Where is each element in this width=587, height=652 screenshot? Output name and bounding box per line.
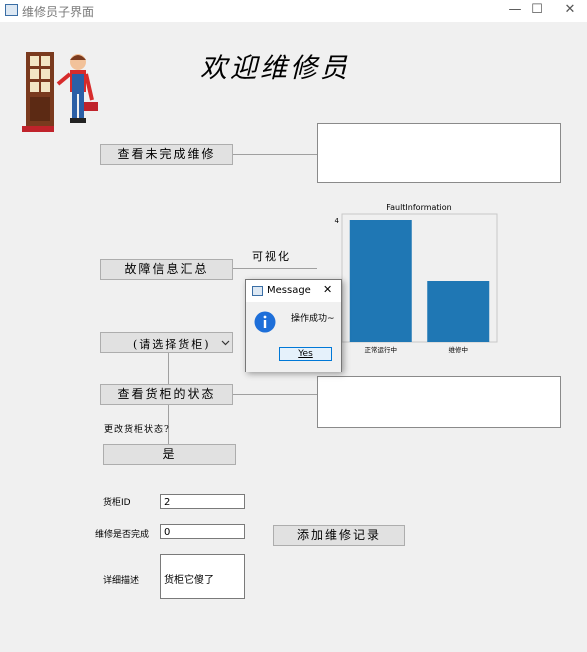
- cabinet-id-field[interactable]: 2: [160, 494, 245, 509]
- dialog-app-icon: [252, 286, 263, 296]
- dialog-title: Message: [267, 285, 311, 296]
- info-icon: [254, 311, 276, 333]
- view-cabinet-status-button[interactable]: 查看货柜的状态: [100, 384, 233, 405]
- window-title: 维修员子界面: [22, 5, 95, 19]
- y-tick-label: 4: [335, 217, 340, 225]
- unfinished-repairs-display: [317, 123, 561, 183]
- app-icon: [5, 4, 18, 16]
- chart-bar: [427, 281, 490, 342]
- doormat: [22, 126, 54, 132]
- close-button[interactable]: ✕: [547, 0, 587, 22]
- chart-title: FaultInformation: [386, 203, 452, 212]
- change-status-prompt: 更改货柜状态?: [104, 425, 170, 435]
- detail-label: 详细描述: [103, 576, 140, 586]
- chart-bar: [349, 220, 412, 342]
- repairman-illustration: [22, 52, 98, 132]
- dialog-yes-button[interactable]: Yes: [279, 347, 332, 361]
- connector-line: [233, 268, 317, 269]
- cabinet-select[interactable]: (请选择货柜): [100, 332, 233, 353]
- cabinet-status-display: [317, 376, 561, 428]
- cabinet-id-label: 货柜ID: [103, 498, 131, 508]
- connector-line: [168, 353, 169, 384]
- dialog-message: 操作成功~: [291, 314, 335, 324]
- x-tick-label: 正常运行中: [365, 345, 398, 354]
- cabinet-select-value: (请选择货柜): [133, 338, 211, 351]
- repair-done-field[interactable]: 0: [160, 524, 245, 539]
- message-dialog: Message ✕ 操作成功~ Yes: [245, 279, 342, 372]
- repair-done-label: 维修是否完成: [95, 530, 150, 540]
- fault-summary-button[interactable]: 故障信息汇总: [100, 259, 233, 280]
- fault-chart: FaultInformation 42 正常运行中维修中: [335, 203, 498, 354]
- add-record-button[interactable]: 添加维修记录: [273, 525, 405, 546]
- chevron-down-icon: [221, 340, 230, 346]
- page-title: 欢迎维修员: [200, 53, 350, 84]
- detail-field[interactable]: 货柜它傻了: [160, 554, 245, 599]
- x-tick-label: 维修中: [449, 345, 469, 354]
- connector-line: [233, 394, 317, 395]
- confirm-yes-button[interactable]: 是: [103, 444, 236, 465]
- view-unfinished-button[interactable]: 查看未完成维修: [100, 144, 233, 165]
- dialog-close-button[interactable]: ✕: [323, 283, 332, 296]
- connector-line: [233, 154, 317, 155]
- visualize-label: 可视化: [252, 250, 291, 263]
